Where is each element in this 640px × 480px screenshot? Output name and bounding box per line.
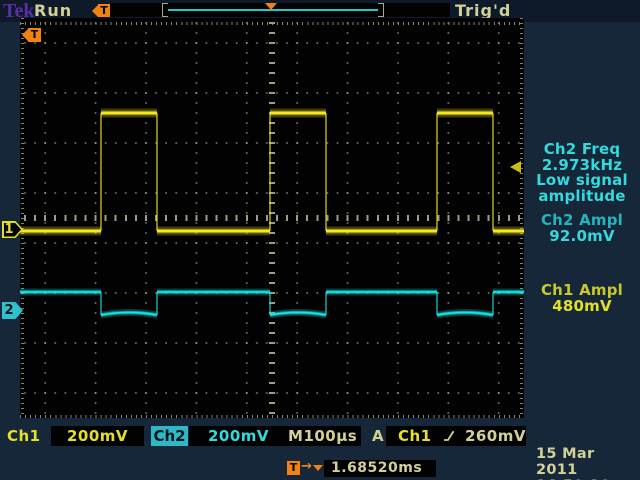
meas-value: 480mV xyxy=(524,299,640,315)
trigger-t-icon: T xyxy=(98,4,110,17)
meas-warning-line2: amplitude xyxy=(524,189,640,205)
trigger-t-flag-graticule-icon: T xyxy=(22,28,41,42)
ch2-ground-marker: 2 xyxy=(2,302,23,319)
rising-edge-slope-icon xyxy=(443,429,454,443)
timebase-label: M xyxy=(288,426,303,446)
measurement-ch2-ampl: Ch2 Ampl 92.0mV xyxy=(524,213,640,244)
trigger-mode-label: A xyxy=(372,427,384,445)
timebase-readout: M 100µs xyxy=(283,426,361,446)
waveform-svg xyxy=(20,18,524,418)
delay-t-icon: T xyxy=(287,461,300,475)
ch1-scale-readout: 200mV xyxy=(51,426,144,446)
arrow-right-icon: → xyxy=(301,459,312,474)
measurement-ch1-ampl: Ch1 Ampl 480mV xyxy=(524,283,640,314)
ch1-ground-marker: 1 xyxy=(2,221,23,238)
trigger-source: Ch1 xyxy=(398,426,432,446)
meas-value: 92.0mV xyxy=(524,229,640,245)
datetime-display: 15 Mar 2011 16:50:20 xyxy=(536,446,640,480)
ch1-marker-label: 1 xyxy=(2,221,16,238)
trigger-t-flag-icon: T xyxy=(92,4,110,17)
ch1-readout-label: Ch1 xyxy=(7,427,41,445)
record-view-bar xyxy=(110,3,450,17)
record-window-right-bracket xyxy=(378,3,384,17)
ch2-marker-label: 2 xyxy=(2,302,16,319)
graticule xyxy=(20,18,524,418)
trigger-level-value: 260mV xyxy=(465,426,526,446)
timebase-scale: 100µs xyxy=(303,426,357,446)
delay-time-readout: 1.68520ms xyxy=(324,460,436,477)
trigger-level-arrow-icon xyxy=(510,161,521,173)
ch2-readout-label: Ch2 xyxy=(151,426,188,446)
measurement-ch2-freq: Ch2 Freq 2.973kHz Low signal amplitude xyxy=(524,142,640,204)
triangle-down-icon xyxy=(313,465,323,471)
date-label: 15 Mar 2011 xyxy=(536,446,640,478)
oscilloscope-screen: Tek Run T Trig'd T 1 xyxy=(0,0,640,480)
ch2-scale-readout: 200mV xyxy=(189,426,288,446)
trigger-readout: Ch1 260mV xyxy=(386,426,526,446)
trigger-t-icon: T xyxy=(28,28,41,42)
record-trigger-position-icon xyxy=(265,3,277,10)
